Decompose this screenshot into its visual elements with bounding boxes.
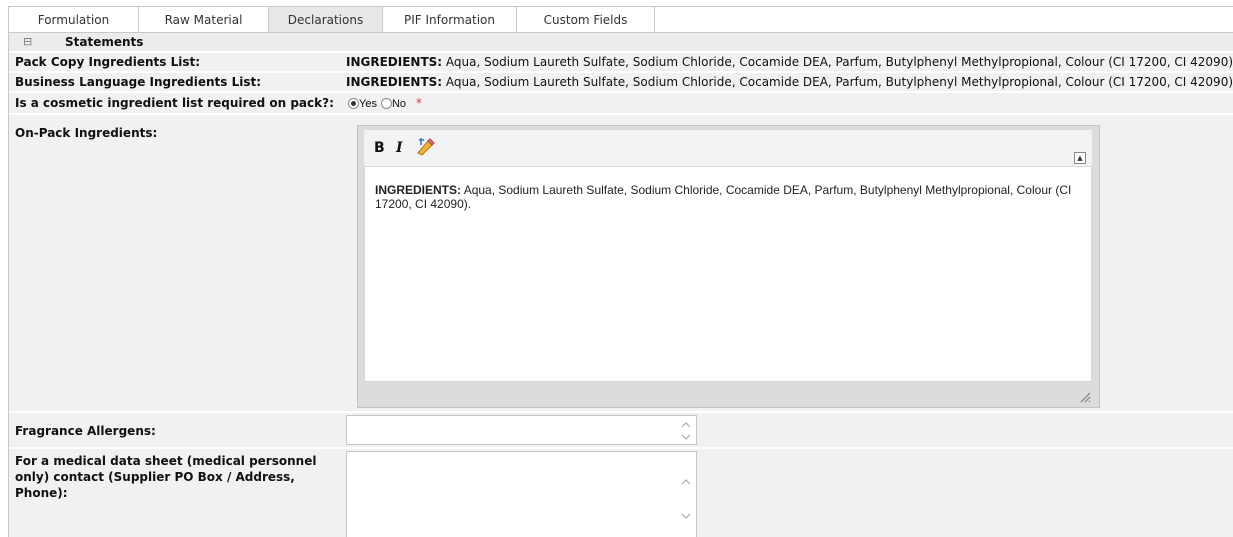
cosmetic-required-label: Is a cosmetic ingredient list required o… — [15, 96, 334, 110]
business-language-text: Aqua, Sodium Laureth Sulfate, Sodium Chl… — [442, 75, 1233, 89]
business-language-label: Business Language Ingredients List: — [15, 75, 262, 89]
pack-copy-label: Pack Copy Ingredients List: — [15, 55, 201, 69]
pack-copy-value: INGREDIENTS: Aqua, Sodium Laureth Sulfat… — [346, 54, 1233, 70]
fragrance-allergens-row: Fragrance Allergens: — [9, 413, 1233, 447]
yes-radio[interactable] — [348, 98, 359, 109]
medical-data-sheet-label: For a medical data sheet (medical person… — [15, 454, 317, 500]
declarations-panel: Formulation Raw Material Declarations PI… — [8, 6, 1233, 537]
fragrance-allergens-field[interactable] — [346, 415, 697, 445]
scroll-up-icon[interactable] — [680, 476, 692, 488]
cosmetic-required-row: Is a cosmetic ingredient list required o… — [9, 93, 1233, 113]
scroll-up-icon[interactable] — [680, 419, 692, 431]
business-language-row: Business Language Ingredients List: INGR… — [9, 73, 1233, 91]
tab-declarations[interactable]: Declarations — [269, 7, 383, 33]
editor-toolbar: B I ▲ — [364, 130, 1092, 166]
tab-formulation[interactable]: Formulation — [9, 7, 139, 33]
tab-custom-fields[interactable]: Custom Fields — [517, 7, 655, 33]
yes-radio-label[interactable]: Yes — [359, 98, 377, 110]
required-marker: * — [416, 96, 423, 110]
pack-copy-text: Aqua, Sodium Laureth Sulfate, Sodium Chl… — [442, 55, 1233, 69]
fragrance-allergens-label: Fragrance Allergens: — [15, 424, 156, 438]
on-pack-label: On-Pack Ingredients: — [15, 126, 158, 140]
no-radio-label[interactable]: No — [392, 98, 406, 110]
collapse-section-icon[interactable]: ⊟ — [23, 35, 32, 49]
business-language-value: INGREDIENTS: Aqua, Sodium Laureth Sulfat… — [346, 74, 1233, 90]
business-language-prefix: INGREDIENTS: — [346, 75, 443, 89]
scroll-down-icon[interactable] — [680, 431, 692, 443]
medical-data-sheet-row: For a medical data sheet (medical person… — [9, 449, 1233, 537]
medical-data-sheet-field[interactable] — [346, 451, 697, 537]
editor-content-prefix: INGREDIENTS: — [375, 183, 462, 197]
no-radio[interactable] — [380, 98, 392, 109]
editor-content-text: Aqua, Sodium Laureth Sulfate, Sodium Chl… — [375, 183, 1072, 211]
scroll-down-icon[interactable] — [680, 510, 692, 522]
cosmetic-required-options: Yes No * — [348, 95, 422, 112]
pack-copy-row: Pack Copy Ingredients List: INGREDIENTS:… — [9, 53, 1233, 71]
statements-section-header: ⊟ Statements — [9, 33, 1233, 51]
collapse-toolbar-button[interactable]: ▲ — [1074, 152, 1086, 164]
tab-pif-information[interactable]: PIF Information — [383, 7, 517, 33]
tab-bar: Formulation Raw Material Declarations PI… — [9, 7, 1233, 33]
italic-button[interactable]: I — [396, 141, 403, 155]
on-pack-editor-content[interactable]: INGREDIENTS: Aqua, Sodium Laureth Sulfat… — [364, 166, 1092, 382]
resize-grip-icon[interactable] — [1079, 391, 1091, 403]
spellcheck-icon[interactable] — [415, 136, 437, 161]
on-pack-rich-text-editor: B I ▲ INGREDIENTS: Aqua, Sodium Laureth … — [357, 125, 1100, 408]
section-title: Statements — [65, 35, 144, 49]
pack-copy-prefix: INGREDIENTS: — [346, 55, 443, 69]
bold-button[interactable]: B — [374, 141, 385, 155]
tab-raw-material[interactable]: Raw Material — [139, 7, 269, 33]
